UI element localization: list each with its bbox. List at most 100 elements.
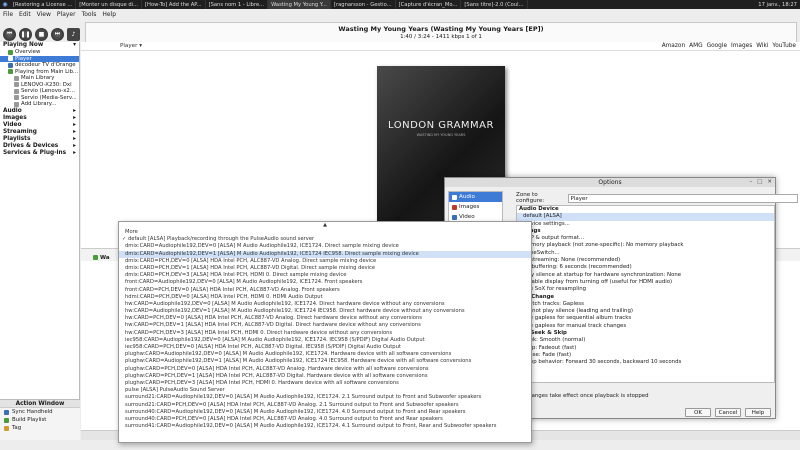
audio-device-option[interactable]: plughw:CARD=PCH,DEV=0 [ALSA] HDA Intel P… xyxy=(119,366,531,373)
audio-device-option[interactable]: plughw:CARD=Audiophile192,DEV=1 [ALSA] M… xyxy=(119,358,531,365)
pause-icon[interactable]: ❚❚ xyxy=(19,27,32,41)
audio-device-option[interactable]: plughw:CARD=Audiophile192,DEV=0 [ALSA] M… xyxy=(119,351,531,358)
settings-item[interactable]: Device settings... xyxy=(517,221,774,228)
settings-item[interactable]: DSP & output format... xyxy=(517,235,774,242)
link-wiki[interactable]: Wiki xyxy=(756,43,768,49)
audio-device-option[interactable]: hw:CARD=PCH,DEV=0 [ALSA] HDA Intel PCH, … xyxy=(119,315,531,322)
next-icon[interactable]: ⏭ xyxy=(51,27,64,41)
menu-player[interactable]: Player xyxy=(57,11,76,18)
audio-device-option[interactable]: dmix:CARD=PCH,DEV=0 [ALSA] HDA Intel PCH… xyxy=(119,258,531,265)
category-playing-now[interactable]: Playing Now ▾ xyxy=(0,42,79,49)
settings-item[interactable]: default [ALSA] xyxy=(517,213,774,221)
player-view-tab[interactable]: Player ▾ xyxy=(120,43,142,49)
help-button[interactable]: Help xyxy=(745,408,771,417)
link-images[interactable]: Images xyxy=(731,43,752,49)
sync-icon xyxy=(4,409,9,415)
menu-file[interactable]: File xyxy=(3,11,13,18)
audio-device-option[interactable]: surround41:CARD=Audiophile192,DEV=0 [ALS… xyxy=(119,423,531,430)
settings-item[interactable]: Memory playback (not zone-specific): No … xyxy=(517,242,774,249)
cancel-button[interactable]: Cancel xyxy=(715,408,741,417)
settings-item[interactable]: Play silence at startup for hardware syn… xyxy=(517,272,774,279)
settings-item[interactable]: Pause: Fade (fast) xyxy=(517,352,774,359)
settings-item[interactable]: Do not play silence (leading and trailin… xyxy=(517,308,774,315)
audio-device-option[interactable]: front:CARD=Audiophile192,DEV=0 [ALSA] M … xyxy=(119,279,531,286)
taskbar-item[interactable]: [Sans titre]-2.0 (Coul... xyxy=(461,0,528,9)
audio-device-option[interactable]: iec958:CARD=PCH,DEV=0 [ALSA] HDA Intel P… xyxy=(119,344,531,351)
taskbar-item[interactable]: [Monter un disque di... xyxy=(76,0,143,9)
menu-edit[interactable]: Edit xyxy=(19,11,31,18)
settings-item[interactable]: Disable display from turning off (useful… xyxy=(517,279,774,286)
taskbar-item[interactable]: [Restoring a License ... xyxy=(10,0,77,9)
audio-device-option[interactable]: dmix:CARD=PCH,DEV=1 [ALSA] HDA Intel PCH… xyxy=(119,265,531,272)
action-build-playlist[interactable]: Build Playlist xyxy=(0,416,80,424)
category-drives-devices[interactable]: Drives & Devices ▸ xyxy=(0,143,79,150)
close-icon[interactable]: ✕ xyxy=(767,179,772,185)
settings-item[interactable]: Use gapless for sequential album tracks xyxy=(517,315,774,322)
link-amg[interactable]: AMG xyxy=(689,43,702,49)
zone-select[interactable]: Player xyxy=(567,193,799,203)
minimize-icon[interactable]: – xyxy=(749,179,752,185)
category-playlists[interactable]: Playlists ▸ xyxy=(0,136,79,143)
audio-device-option[interactable]: surround21:CARD=PCH,DEV=0 [ALSA] HDA Int… xyxy=(119,402,531,409)
chevron-right-icon: ▸ xyxy=(73,128,76,135)
audio-device-option[interactable]: dmix:CARD=Audiophile192,DEV=0 [ALSA] M A… xyxy=(119,243,531,250)
audio-device-option[interactable]: hw:CARD=Audiophile192,DEV=1 [ALSA] M Aud… xyxy=(119,308,531,315)
audio-device-option[interactable]: hdmi:CARD=PCH,DEV=0 [ALSA] HDA Intel PCH… xyxy=(119,294,531,301)
audio-device-option[interactable]: front:CARD=PCH,DEV=0 [ALSA] HDA Intel PC… xyxy=(119,287,531,294)
taskbar-item[interactable]: [Sans nom 1 - Libre... xyxy=(206,0,269,9)
ok-button[interactable]: OK xyxy=(685,408,711,417)
audio-device-option[interactable]: hw:CARD=Audiophile192,DEV=0 [ALSA] M Aud… xyxy=(119,301,531,308)
scroll-up-icon[interactable]: ▲ xyxy=(119,222,531,229)
options-tree-audio[interactable]: Audio xyxy=(449,192,502,202)
options-tree-images[interactable]: Images xyxy=(449,202,502,212)
category-images[interactable]: Images ▸ xyxy=(0,115,79,122)
category-services-plugins[interactable]: Services & Plug-ins ▸ xyxy=(0,150,79,157)
playlist-row[interactable]: Wa xyxy=(93,254,110,261)
settings-item[interactable]: Jump behavior: Forward 30 seconds, backw… xyxy=(517,359,774,366)
audio-device-option[interactable]: plughw:CARD=PCH,DEV=1 [ALSA] HDA Intel P… xyxy=(119,373,531,380)
category-video[interactable]: Video ▸ xyxy=(0,122,79,129)
taskbar-item[interactable]: [ragnarsson - Gestio... xyxy=(331,0,396,9)
audio-device-option[interactable]: surround21:CARD=Audiophile192,DEV=0 [ALS… xyxy=(119,394,531,401)
menu-tools[interactable]: Tools xyxy=(82,11,97,18)
audio-device-option[interactable]: hw:CARD=PCH,DEV=1 [ALSA] HDA Intel PCH, … xyxy=(119,322,531,329)
volume-icon[interactable]: ♪ xyxy=(67,27,80,41)
taskbar-item[interactable]: [Capture d'écran_Mo... xyxy=(396,0,462,9)
settings-item[interactable]: Use gapless for manual track changes xyxy=(517,323,774,330)
settings-item[interactable]: ZoneSwitch... xyxy=(517,250,774,257)
menu-view[interactable]: View xyxy=(37,11,51,18)
settings-item[interactable]: Stop: Fadeout (fast) xyxy=(517,345,774,352)
audio-device-option[interactable]: plughw:CARD=PCH,DEV=3 [ALSA] HDA Intel P… xyxy=(119,380,531,387)
audio-device-option[interactable]: hw:CARD=PCH,DEV=3 [ALSA] HDA Intel PCH, … xyxy=(119,330,531,337)
link-youtube[interactable]: YouTube xyxy=(772,43,796,49)
audio-device-option[interactable]: surround40:CARD=PCH,DEV=0 [ALSA] HDA Int… xyxy=(119,416,531,423)
stop-icon[interactable]: ■ xyxy=(35,27,48,41)
audio-device-option[interactable]: surround40:CARD=Audiophile192,DEV=0 [ALS… xyxy=(119,409,531,416)
audio-device-option[interactable]: dmix:CARD=PCH,DEV=3 [ALSA] HDA Intel PCH… xyxy=(119,272,531,279)
app-menu-icon[interactable]: ◉ xyxy=(0,0,10,9)
audio-device-option[interactable]: pulse [ALSA] PulseAudio Sound Server xyxy=(119,387,531,394)
audio-device-option[interactable]: More xyxy=(119,229,531,236)
link-amazon[interactable]: Amazon xyxy=(662,43,685,49)
settings-item[interactable]: Switch tracks: Gapless xyxy=(517,301,774,308)
server-icon xyxy=(14,82,19,88)
previous-icon[interactable]: ⏮ xyxy=(3,27,16,41)
settings-item[interactable]: Use SoX for resampling xyxy=(517,286,774,293)
audio-device-option[interactable]: dmix:CARD=Audiophile192,DEV=1 [ALSA] M A… xyxy=(119,250,531,258)
link-google[interactable]: Google xyxy=(707,43,727,49)
settings-section-header: Audio Device xyxy=(519,206,559,212)
menu-help[interactable]: Help xyxy=(102,11,116,18)
taskbar-item[interactable]: [How-To] Add the AP... xyxy=(142,0,206,9)
audio-device-option[interactable]: iec958:CARD=Audiophile192,DEV=0 [ALSA] M… xyxy=(119,337,531,344)
maximize-icon[interactable]: □ xyxy=(757,179,762,185)
settings-item[interactable]: Prebuffering: 6 seconds (recommended) xyxy=(517,264,774,271)
category-streaming[interactable]: Streaming ▸ xyxy=(0,129,79,136)
action-sync-handheld[interactable]: Sync Handheld xyxy=(0,408,80,416)
taskbar-item[interactable]: Wasting My Young Y... xyxy=(268,0,331,9)
action-tag[interactable]: Tag xyxy=(0,424,80,432)
category-audio[interactable]: Audio ▸ xyxy=(0,108,79,115)
settings-item[interactable]: Bitstreaming: None (recommended) xyxy=(517,257,774,264)
audio-device-option[interactable]: ✓ default [ALSA] Playback/recording thro… xyxy=(119,236,531,243)
zone-row: Zone to configure: Player xyxy=(516,192,799,204)
settings-item[interactable]: Seek: Smooth (normal) xyxy=(517,337,774,344)
